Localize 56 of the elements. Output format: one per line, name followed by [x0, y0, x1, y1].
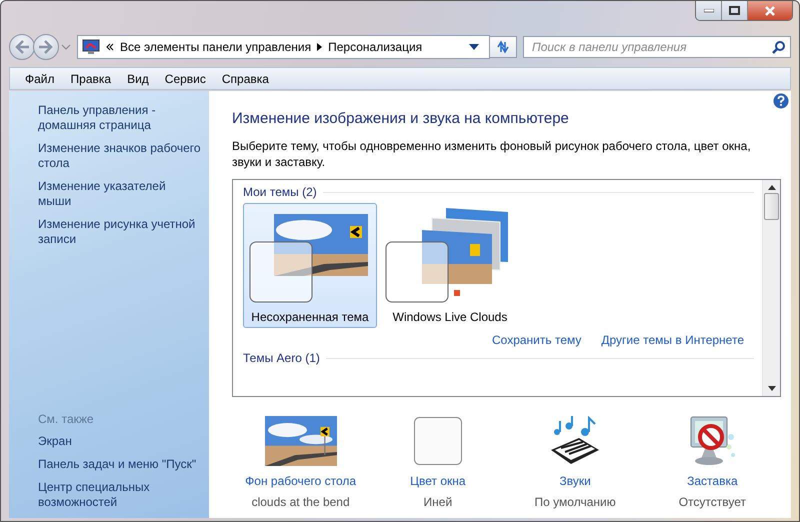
setting-link[interactable]: Звуки — [559, 474, 591, 488]
theme-tile[interactable]: Windows Live Clouds — [383, 203, 517, 328]
setting-value: Отсутствует — [678, 495, 746, 509]
color-swatch-icon — [414, 417, 462, 465]
theme-tile[interactable]: Несохраненная тема — [243, 203, 377, 328]
setting-value: По умолчанию — [534, 495, 616, 509]
menu-item[interactable]: Вид — [120, 70, 156, 88]
refresh-button[interactable] — [489, 36, 517, 58]
keyboard-notes-icon — [549, 416, 602, 466]
link[interactable]: Другие темы в Интернете — [601, 333, 744, 347]
menu-item[interactable]: Сервис — [158, 70, 213, 88]
section-heading: Темы Aero (1) — [243, 351, 320, 365]
refresh-icon — [495, 39, 511, 55]
page-title: Изменение изображения и звука на компьютере — [232, 110, 570, 127]
setting-link[interactable]: Фон рабочего стола — [245, 474, 356, 488]
dropdown-caret-icon[interactable] — [469, 44, 479, 50]
see-also-heading: См. также — [38, 412, 95, 426]
scrollbar[interactable] — [762, 180, 780, 396]
address-bar[interactable]: Все элементы панели управления Персонализация — [77, 35, 490, 59]
scroll-up-icon[interactable] — [768, 185, 776, 190]
sidebar-link[interactable]: Панель задач и меню "Пуск" — [38, 457, 201, 472]
setting-link[interactable]: Цвет окна — [410, 474, 466, 488]
setting-value: Иней — [424, 495, 452, 509]
close-icon — [764, 6, 776, 16]
breadcrumb[interactable]: Персонализация — [328, 40, 422, 54]
sidebar-link[interactable]: Изменение значков рабочего стола — [38, 141, 201, 171]
section-heading: Мои темы (2) — [243, 185, 317, 199]
breadcrumb[interactable]: Все элементы панели управления — [120, 40, 312, 54]
sidebar-link[interactable]: Панель управления - домашняя страница — [38, 103, 201, 133]
link[interactable]: Сохранить тему — [492, 333, 582, 347]
minimize-button[interactable] — [696, 1, 722, 20]
separator-arrow-icon[interactable] — [317, 43, 322, 51]
maximize-icon — [729, 6, 740, 15]
setting-value: clouds at the bend — [252, 495, 350, 509]
maximize-button[interactable] — [722, 1, 748, 20]
minimize-icon — [704, 8, 714, 12]
search-input[interactable]: Поиск в панели управления — [530, 39, 772, 55]
back-button[interactable] — [9, 34, 35, 60]
menu-item[interactable]: Справка — [214, 70, 276, 88]
menu-item[interactable]: Файл — [18, 70, 62, 88]
sidebar-link[interactable]: Экран — [38, 434, 201, 449]
forward-button[interactable] — [33, 34, 59, 60]
description: Выберите тему, чтобы одновременно изменить фоновый рисунок рабочего стола, цвет окна, звуки и заставку. — [232, 138, 752, 170]
sidebar-link[interactable]: Центр специальных возможностей — [38, 480, 201, 510]
control-panel-icon — [82, 39, 100, 55]
help-icon[interactable] — [773, 93, 789, 109]
sidebar-link[interactable]: Изменение рисунка учетной записи — [38, 217, 201, 247]
scroll-thumb[interactable] — [764, 193, 779, 220]
scroll-down-icon[interactable] — [768, 386, 776, 391]
menu-item[interactable]: Правка — [64, 70, 118, 88]
search-field[interactable]: Поиск в панели управления — [523, 36, 791, 58]
search-icon[interactable] — [772, 40, 786, 54]
setting-link[interactable]: Заставка — [687, 474, 738, 488]
sidebar-link[interactable]: Изменение указателей мыши — [38, 179, 201, 209]
chevron-icon[interactable] — [106, 43, 114, 51]
close-button[interactable] — [748, 1, 792, 20]
